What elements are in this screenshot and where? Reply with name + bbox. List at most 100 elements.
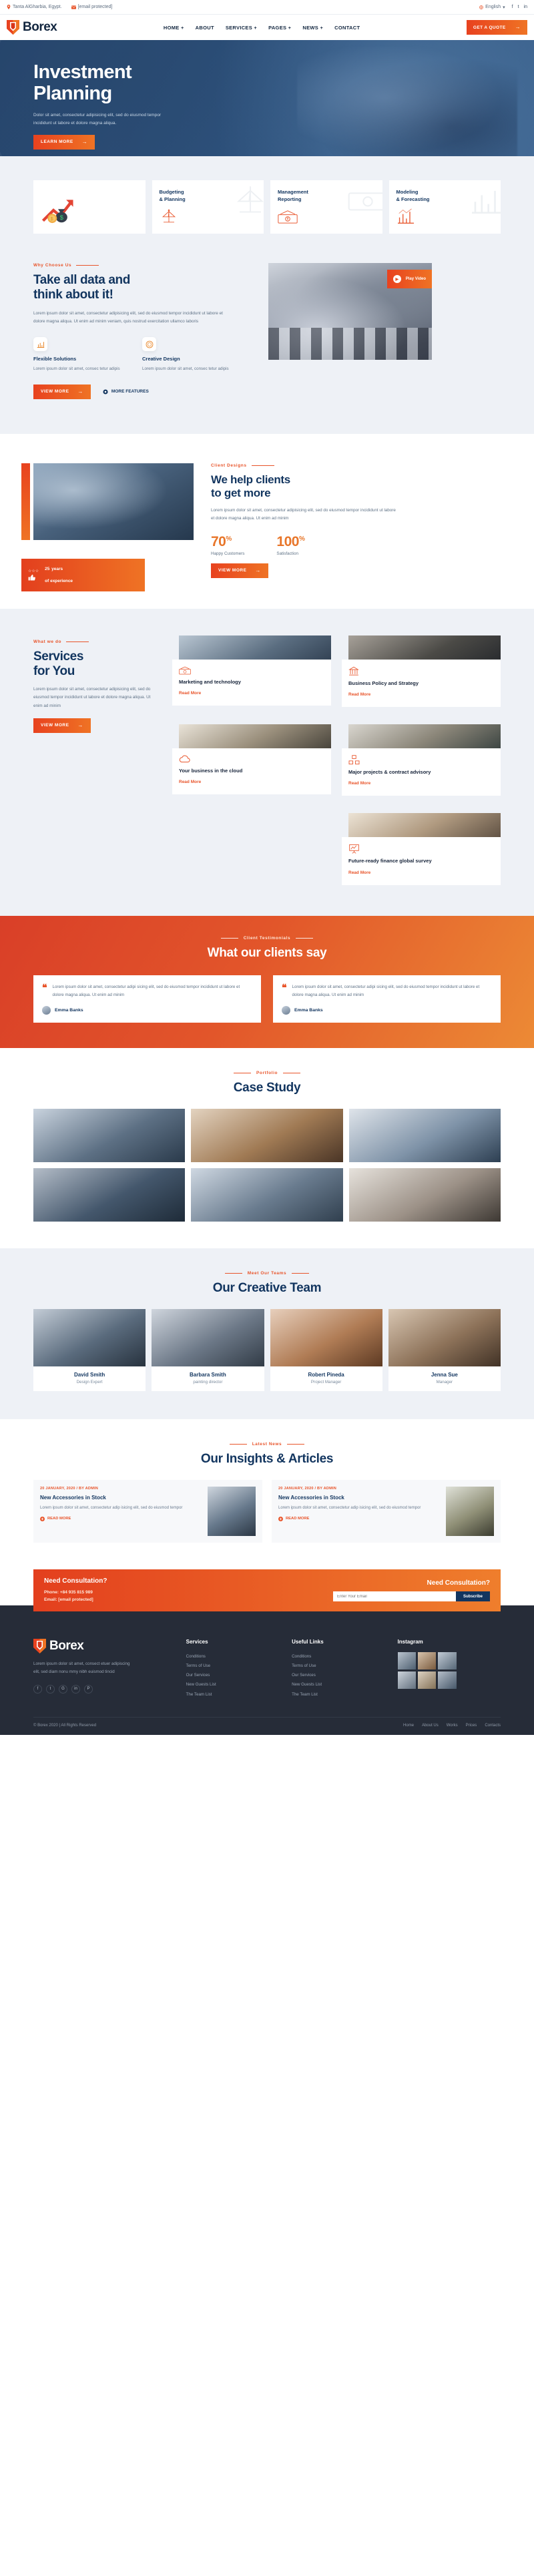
service-card-future-finance[interactable]: Future-ready finance global survey Read … <box>342 813 501 885</box>
footer-bottom-link-prices[interactable]: Prices <box>466 1724 477 1728</box>
footer-instagram-column: Instagram <box>397 1639 501 1700</box>
topbar: Tanta AlGharbia, Egypt. [email protected… <box>0 0 534 15</box>
service-card-cloud[interactable]: Your business in the cloud Read More <box>172 724 331 796</box>
footer-link[interactable]: Conditions <box>292 1652 385 1661</box>
footer-link[interactable]: Our Services <box>292 1671 385 1680</box>
news-read-more-link[interactable]: READ MORE <box>278 1516 309 1521</box>
why-view-more-button[interactable]: VIEW MORE → <box>33 384 91 399</box>
case-study-item[interactable] <box>191 1108 343 1162</box>
why-view-more-label: VIEW MORE <box>41 389 69 395</box>
team-member-card[interactable]: Jenna Sue Manager <box>388 1308 501 1391</box>
footer-link[interactable]: The Team List <box>292 1690 385 1700</box>
stat-number: 100 <box>276 533 299 549</box>
team-member-card[interactable]: David Smith Design Expert <box>33 1308 146 1391</box>
service-card-major-projects[interactable]: Major projects & contract advisory Read … <box>342 724 501 796</box>
social-twitter[interactable]: t <box>518 5 519 9</box>
service-card-business-policy[interactable]: Business Policy and Strategy Read More <box>342 635 501 707</box>
clients-view-more-button[interactable]: VIEW MORE → <box>211 563 268 578</box>
chevron-down-icon: ▾ <box>503 5 505 10</box>
boxes-icon <box>348 755 360 768</box>
instagram-thumb[interactable] <box>438 1651 457 1669</box>
service-read-more-link[interactable]: Read More <box>179 691 201 696</box>
news-article-excerpt: Lorem ipsum dolor sit amet, consectetur … <box>278 1505 421 1510</box>
news-article-card[interactable]: 20 JANUARY, 2020 / BY ADMIN New Accessor… <box>33 1479 262 1543</box>
nav-item-news[interactable]: NEWS + <box>302 25 323 31</box>
service-card-title: Your business in the cloud <box>179 768 243 774</box>
instagram-thumb[interactable] <box>397 1671 416 1689</box>
more-features-label: MORE FEATURES <box>111 389 149 395</box>
service-read-more-link[interactable]: Read More <box>348 781 370 786</box>
team-member-name: David Smith <box>74 1371 105 1378</box>
services-view-more-button[interactable]: VIEW MORE → <box>33 718 91 733</box>
team-member-card[interactable]: Robert Pineda Project Manager <box>270 1308 382 1391</box>
case-study-item[interactable] <box>348 1168 501 1222</box>
borex-shield-icon <box>7 20 19 35</box>
clients-eyebrow: Client Designs <box>211 463 411 468</box>
news-read-more-link[interactable]: READ MORE <box>40 1516 71 1521</box>
service-read-more-link[interactable]: Read More <box>348 692 370 697</box>
footer-bottom-link-works[interactable]: Works <box>447 1724 458 1728</box>
subscribe-email-input[interactable] <box>333 1591 456 1602</box>
avatar <box>42 1005 51 1015</box>
team-member-card[interactable]: Barbara Smith painting director <box>152 1308 264 1391</box>
footer-link[interactable]: The Team List <box>186 1690 280 1700</box>
why-video-panel[interactable]: ▶ Play Video <box>268 263 432 360</box>
news-article-card[interactable]: 20 JANUARY, 2020 / BY ADMIN New Accessor… <box>272 1479 501 1543</box>
social-facebook[interactable]: f <box>512 5 513 9</box>
divider-line <box>292 1272 310 1274</box>
social-linkedin[interactable]: in <box>524 5 527 9</box>
footer-link[interactable]: Terms of Use <box>292 1661 385 1671</box>
footer-bottom-link-about[interactable]: About Us <box>422 1724 439 1728</box>
language-selector[interactable]: English ▾ <box>479 5 505 10</box>
nav-item-contact[interactable]: CONTACT <box>334 25 360 31</box>
instagram-thumb[interactable] <box>438 1671 457 1689</box>
nav-item-home[interactable]: HOME + <box>164 25 184 31</box>
get-a-quote-button[interactable]: GET A QUOTE → <box>466 20 527 35</box>
play-video-button[interactable]: ▶ Play Video <box>386 270 432 288</box>
subscribe-button[interactable]: Subscribe <box>455 1591 490 1602</box>
hero-learn-more-button[interactable]: LEARN MORE → <box>33 134 95 150</box>
clients-image-block: ☆☆☆ 25 years of experience <box>21 463 194 591</box>
instagram-thumb[interactable] <box>397 1651 416 1669</box>
nav-item-pages[interactable]: PAGES + <box>268 25 291 31</box>
footer-link[interactable]: Our Services <box>186 1671 280 1680</box>
footer-bottom-link-contacts[interactable]: Contacts <box>485 1724 501 1728</box>
linkedin-icon[interactable]: in <box>71 1684 80 1694</box>
logo[interactable]: Borex <box>7 20 57 35</box>
instagram-thumb[interactable] <box>417 1651 437 1669</box>
instagram-thumb[interactable] <box>417 1671 437 1689</box>
case-study-item[interactable] <box>33 1108 186 1162</box>
service-read-more-link[interactable]: Read More <box>348 870 370 875</box>
case-study-item[interactable] <box>191 1168 343 1222</box>
footer-logo[interactable]: Borex <box>33 1638 174 1653</box>
feature-card-money-growth[interactable]: $ $ <box>33 180 146 234</box>
service-read-more-link[interactable]: Read More <box>179 780 201 784</box>
nav-item-about[interactable]: ABOUT <box>196 25 214 31</box>
topbar-email[interactable]: [email protected] <box>71 5 112 9</box>
twitter-icon[interactable]: t <box>46 1684 55 1694</box>
why-eyebrow: Why Choose Us <box>33 263 254 268</box>
feature-card-budgeting-planning[interactable]: Budgeting & Planning <box>152 180 264 234</box>
feature-card-management-reporting[interactable]: Management Reporting <box>270 180 382 234</box>
team-member-photo <box>33 1308 146 1366</box>
google-icon[interactable]: G <box>59 1684 67 1694</box>
footer-link[interactable]: New Guests List <box>186 1680 280 1690</box>
nav-item-services[interactable]: SERVICES + <box>226 25 257 31</box>
facebook-icon[interactable]: f <box>33 1684 42 1694</box>
case-study-item[interactable] <box>348 1108 501 1162</box>
hero-description: Dolor sit amet, consectetur adipisicing … <box>33 112 162 125</box>
footer-bottom-link-home[interactable]: Home <box>403 1724 414 1728</box>
site-footer: Borex Lorem ipsum dolor sit amet, consec… <box>0 1605 534 1736</box>
more-features-link[interactable]: MORE FEATURES <box>103 389 149 395</box>
feature-card-modeling-forecasting[interactable]: Modeling & Forecasting <box>388 180 501 234</box>
pinterest-icon[interactable]: P <box>84 1684 93 1694</box>
news-title: Our Insights & Articles <box>200 1451 334 1466</box>
divider-line <box>287 1443 305 1445</box>
divider-line <box>76 265 99 266</box>
footer-link[interactable]: New Guests List <box>292 1680 385 1690</box>
case-study-item[interactable] <box>33 1168 186 1222</box>
footer-link[interactable]: Conditions <box>186 1652 280 1661</box>
team-eyebrow: Meet Our Teams <box>33 1271 501 1276</box>
footer-link[interactable]: Terms of Use <box>186 1661 280 1671</box>
service-card-marketing[interactable]: Marketing and technology Read More <box>172 635 331 707</box>
